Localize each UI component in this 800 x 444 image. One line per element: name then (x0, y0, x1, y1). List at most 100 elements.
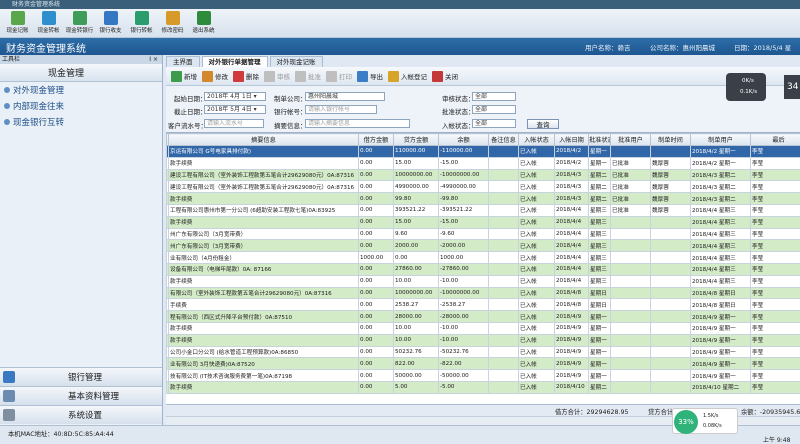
table-cell: 星期三 (589, 216, 611, 228)
table-row[interactable]: 建设工程有限公司（室外装饰工程款第五笔合计29629080元）0A:873160… (167, 169, 800, 181)
serial-input[interactable]: 请输入流水号 (204, 119, 264, 128)
table-cell: 款手续费 (169, 381, 359, 393)
doc-toolbar-button[interactable]: 批准 (295, 71, 321, 82)
category-item[interactable]: 基本资料管理 (0, 386, 162, 405)
table-row[interactable]: 款手续费0.0010.00-10.00已入帐2018/4/4星期三2018/4/… (167, 275, 800, 287)
table-row[interactable]: 款手续费0.0015.00-15.00已入帐2018/4/4星期三2018/4/… (167, 216, 800, 228)
entry-status-select[interactable]: 全部 (472, 119, 516, 128)
table-row[interactable]: 款手续费0.0010.00-10.00已入帐2018/4/9星期一2018/4/… (167, 322, 800, 334)
company-select[interactable]: 惠州阳晨城 (305, 92, 385, 101)
column-header[interactable]: 贷方金额 (394, 134, 439, 146)
tab[interactable]: 对外银行单据管理 (202, 56, 268, 67)
table-row[interactable]: 州广东有限公司（3月宽带费）0.002000.00-2000.00已入帐2018… (167, 240, 800, 252)
table-cell (611, 299, 651, 311)
column-header[interactable]: 借方金额 (359, 134, 394, 146)
table-cell: 2018/4/4 (555, 228, 589, 240)
table-row[interactable]: 技有限公司 (IT技术咨询服务费第一笔)0A:871980.0050000.00… (167, 370, 800, 382)
table-cell: 28000.00 (394, 311, 439, 323)
category-cash-management[interactable]: 现金管理 (0, 64, 162, 82)
doc-toolbar-button[interactable]: 新增 (171, 71, 197, 82)
doc-toolbar-button[interactable]: 删除 (233, 71, 259, 82)
table-cell: 2018/4/9 (555, 370, 589, 382)
doc-toolbar-button[interactable]: 关闭 (432, 71, 458, 82)
column-header[interactable]: 制单时间 (651, 134, 691, 146)
column-header[interactable]: 入帐状态 (519, 134, 555, 146)
table-row[interactable]: 公司小金口分公司 (给水管道工程预算款)0A:868500.0050232.76… (167, 346, 800, 358)
end-date-picker[interactable]: 2018年 5月 4日 ▾ (204, 105, 266, 114)
table-cell: 9.60 (394, 228, 439, 240)
table-cell: 15.00 (394, 157, 439, 169)
table-cell: 李莹 (751, 263, 800, 275)
column-header[interactable]: 入帐日期 (555, 134, 589, 146)
table-row[interactable]: 有限公司（室外装饰工程款第五笔合计29629080元）0A:873160.001… (167, 287, 800, 299)
doc-toolbar-button[interactable]: 导出 (357, 71, 383, 82)
summary-label: 摘要信息： (274, 120, 307, 130)
table-cell: 已入帐 (519, 228, 555, 240)
table-row[interactable]: 建设工程有限公司（室外装饰工程款第五笔合计29629080元）0A:873160… (167, 181, 800, 193)
toolbar-button[interactable]: 现金转银行 (64, 9, 95, 38)
toolbar-button[interactable]: 银行转帐 (126, 9, 157, 38)
table-cell: 款手续费 (169, 275, 359, 287)
panel-header: 工具栏 Ⅰ × (0, 55, 162, 64)
doc-toolbar-label: 入帐登记 (401, 71, 427, 81)
table-row[interactable]: 程有限公司（西区式升降平台预付款）0A:875100.0028000.00-28… (167, 311, 800, 323)
summary-input[interactable]: 请输入摘要信息 (305, 119, 410, 128)
category-item[interactable]: 银行管理 (0, 367, 162, 386)
table-cell: 魏厚蓉 (651, 193, 691, 205)
table-cell: -10000000.00 (439, 169, 489, 181)
doc-toolbar-button[interactable]: 打印 (326, 71, 352, 82)
toolbar-button[interactable]: 现金记账 (2, 9, 33, 38)
toolbar-button[interactable]: 银行收支 (95, 9, 126, 38)
query-button[interactable]: 查询 (527, 119, 559, 129)
category-item[interactable]: 系统设置 (0, 405, 162, 424)
account-input[interactable]: 请输入银行帐号 (305, 105, 377, 114)
table-row[interactable]: 款手续费0.0010.00-10.00已入帐2018/4/9星期一2018/4/… (167, 334, 800, 346)
tab[interactable]: 主界面 (166, 56, 200, 67)
table-cell: 李莹 (751, 322, 800, 334)
table-cell: 27860.00 (394, 263, 439, 275)
doc-toolbar-button[interactable]: 入帐登记 (388, 71, 427, 82)
audit-status-select[interactable]: 全部 (472, 92, 516, 101)
table-row[interactable]: 手续费0.002538.27-2538.27已入帐2018/4/8星期日2018… (167, 299, 800, 311)
column-header[interactable]: 最后 (751, 134, 800, 146)
table-row[interactable]: 款手续费0.0099.80-99.80已入帐2018/4/3星期二已批准魏厚蓉2… (167, 193, 800, 205)
tab[interactable]: 对外现金记账 (270, 56, 323, 67)
table-row[interactable]: 设备有限公司（电梯年尾款）0A: 871660.0027860.00-27860… (167, 263, 800, 275)
account-label: 银行帐号： (274, 106, 307, 116)
approve-status-select[interactable]: 全部 (472, 105, 516, 114)
column-header[interactable]: 批准状态 (589, 134, 611, 146)
doc-toolbar-label: 打印 (339, 71, 352, 81)
table-row[interactable]: 州广东有限公司（3月宽带费）0.009.60-9.60已入帐2018/4/4星期… (167, 228, 800, 240)
column-header[interactable]: 批准用户 (611, 134, 651, 146)
speed-widget[interactable]: 33% 1.5K/s 0.08K/s (672, 408, 738, 434)
nav-item[interactable]: 现金银行互转 (0, 114, 162, 130)
table-row[interactable]: 业有限公司（4月份租金）1000.000.001000.00已入帐2018/4/… (167, 252, 800, 264)
bank-transfer-icon (73, 11, 87, 25)
table-row[interactable]: 款手续费0.0015.00-15.00已入帐2018/4/2星期一已批准魏厚蓉2… (167, 157, 800, 169)
start-date-picker[interactable]: 2018年 4月 1日 ▾ (204, 92, 266, 101)
mac-address: 本机MAC地址：40:8D:5C:85:A4:44 (8, 429, 114, 438)
doc-toolbar-button[interactable]: 审核 (264, 71, 290, 82)
toolbar-button[interactable]: 修改密码 (157, 9, 188, 38)
company-label: 制单公司： (274, 93, 307, 103)
doc-toolbar-label: 批准 (308, 71, 321, 81)
column-header[interactable]: 摘要信息 (169, 134, 359, 146)
column-header[interactable]: 余额 (439, 134, 489, 146)
nav-item[interactable]: 对外现金管理 (0, 82, 162, 98)
toolbar-button[interactable]: 现金转帐 (33, 9, 64, 38)
table-cell (651, 370, 691, 382)
table-row[interactable]: 工程有限公司惠州市第一分公司 (6超助安装工程款七笔)0A:839250.003… (167, 204, 800, 216)
table-row[interactable]: 业有限公司 3月快递费)0A:875200.00822.00-822.00已入帐… (167, 358, 800, 370)
nav-item[interactable]: 内部现金往来 (0, 98, 162, 114)
table-cell: 手续费 (169, 299, 359, 311)
column-header[interactable]: 备注信息 (489, 134, 519, 146)
pin-icon[interactable]: Ⅰ × (149, 55, 158, 64)
table-row[interactable]: 款手续费0.005.00-5.00已入帐2018/4/10星期二2018/4/1… (167, 381, 800, 393)
table-cell: 李莹 (751, 228, 800, 240)
nav-tree: 对外现金管理内部现金往来现金银行互转 (0, 82, 162, 367)
table-cell: 0.00 (359, 299, 394, 311)
table-row[interactable]: 京运有限公司 G号电家具排付款)0.00110000.00-110000.00已… (167, 146, 800, 158)
column-header[interactable]: 制单用户 (691, 134, 751, 146)
toolbar-button[interactable]: 退出系统 (188, 9, 219, 38)
doc-toolbar-button[interactable]: 修改 (202, 71, 228, 82)
